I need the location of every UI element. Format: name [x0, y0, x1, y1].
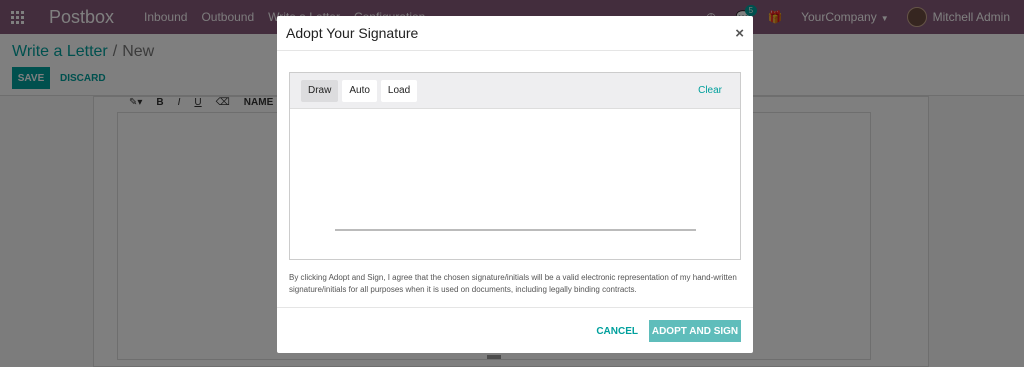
tab-auto[interactable]: Auto: [342, 79, 377, 102]
signature-canvas[interactable]: [290, 109, 740, 259]
dialog-title: Adopt Your Signature: [286, 25, 419, 41]
signature-dialog: Adopt Your Signature × Draw Auto Load Cl…: [277, 16, 753, 353]
tab-draw[interactable]: Draw: [301, 79, 339, 102]
clear-button[interactable]: Clear: [698, 85, 722, 96]
adopt-and-sign-button[interactable]: ADOPT AND SIGN: [649, 320, 741, 342]
signature-mode-tabs: Draw Auto Load Clear: [290, 73, 740, 109]
signature-pad: Draw Auto Load Clear: [289, 72, 741, 260]
signature-baseline: [335, 229, 696, 231]
legal-notice: By clicking Adopt and Sign, I agree that…: [289, 273, 737, 294]
tab-load[interactable]: Load: [380, 79, 418, 102]
close-icon[interactable]: ×: [735, 25, 744, 42]
dialog-footer: CANCEL ADOPT AND SIGN: [277, 307, 753, 353]
dialog-header: Adopt Your Signature ×: [277, 16, 753, 51]
cancel-button[interactable]: CANCEL: [596, 320, 638, 342]
